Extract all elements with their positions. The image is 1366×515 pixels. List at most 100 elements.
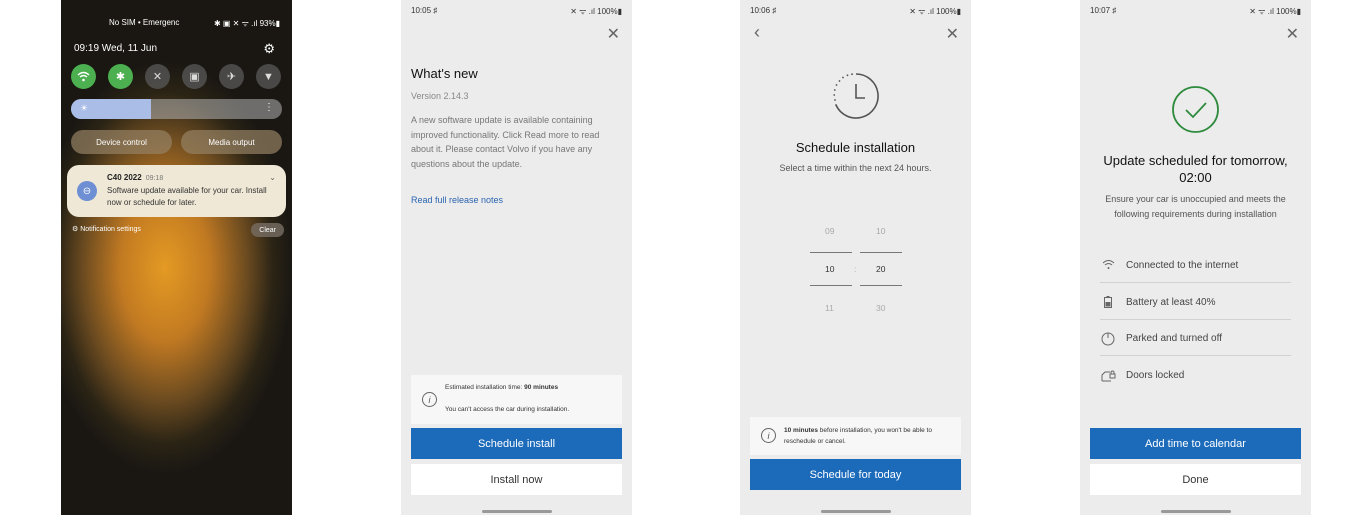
install-time-value: 90 minutes: [524, 384, 559, 391]
status-bar: 10:06 ♯ ✕ ᯤ .ıl 100%▮: [750, 6, 961, 16]
scheduled-time: 02:00: [1179, 170, 1212, 185]
hour-divider-top: [810, 252, 852, 253]
brightness-slider[interactable]: ☀ ⋮: [71, 99, 282, 119]
install-time-text: Estimated installation time: 90 minutes: [445, 384, 558, 391]
notification-settings-link[interactable]: ⚙ Notification settings: [72, 225, 141, 233]
status-time: 10:05 ♯: [411, 6, 438, 15]
whats-new-screen: 10:05 ♯ ✕ ᯤ .ıl 100%▮ ✕ What's new Versi…: [401, 0, 632, 515]
done-button[interactable]: Done: [1090, 464, 1301, 495]
clock-icon: [833, 73, 879, 119]
release-notes-link[interactable]: Read full release notes: [411, 195, 503, 205]
update-scheduled-screen: 10:07 ♯ ✕ ᯤ .ıl 100%▮ ✕ Update scheduled…: [1080, 0, 1311, 515]
schedule-install-button[interactable]: Schedule install: [411, 428, 622, 459]
reschedule-minutes: 10 minutes: [784, 427, 818, 434]
car-lock-icon: [1100, 369, 1116, 385]
status-icons: ✕ ᯤ .ıl 100%▮: [1249, 7, 1301, 16]
page-title: Update scheduled for tomorrow, 02:00: [1086, 152, 1305, 186]
status-bar: 10:05 ♯ ✕ ᯤ .ıl 100%▮: [411, 6, 622, 16]
wifi-toggle[interactable]: [71, 64, 96, 89]
time-separator: :: [854, 264, 857, 274]
date-time: 09:19 Wed, 11 Jun: [74, 43, 158, 54]
hour-option[interactable]: 09: [825, 226, 834, 236]
notification-shade-screen: No SIM • Emergenc ✱ ▣ ✕ ᯤ .ıl 93%▮ 09:19…: [61, 0, 292, 515]
minute-divider-bottom: [860, 285, 902, 286]
schedule-installation-screen: 10:06 ♯ ✕ ᯤ .ıl 100%▮ ‹ ✕ Schedule insta…: [740, 0, 971, 515]
requirement-label: Parked and turned off: [1126, 333, 1222, 344]
info-icon: i: [422, 392, 437, 407]
install-time-prefix: Estimated installation time:: [445, 384, 525, 391]
page-subtitle: Select a time within the next 24 hours.: [779, 163, 932, 173]
page-title: What's new: [411, 66, 478, 81]
battery-icon: [1100, 296, 1116, 311]
device-control-button[interactable]: Device control: [71, 130, 172, 154]
chevron-down-icon[interactable]: ⌄: [269, 173, 276, 182]
version-label: Version 2.14.3: [411, 91, 469, 101]
success-check-icon: [1172, 86, 1219, 133]
home-indicator[interactable]: [1160, 510, 1231, 513]
sim-status: No SIM • Emergenc: [109, 18, 180, 27]
status-icons: ✕ ᯤ .ıl 100%▮: [570, 7, 622, 16]
status-icons: ✕ ᯤ .ıl 100%▮: [909, 7, 961, 16]
update-description: A new software update is available conta…: [411, 115, 600, 169]
status-bar: 10:07 ♯ ✕ ᯤ .ıl 100%▮: [1090, 6, 1301, 16]
page-title: Schedule installation: [795, 140, 916, 155]
sun-icon: ☀: [80, 103, 89, 113]
info-icon: i: [761, 428, 776, 443]
schedule-for-today-button[interactable]: Schedule for today: [750, 459, 961, 490]
notification-title: C40 2022 09:18: [107, 173, 163, 182]
minute-divider-top: [860, 252, 902, 253]
rotate-icon: ▣: [189, 71, 200, 83]
airplane-toggle[interactable]: ✈: [219, 64, 244, 89]
close-icon[interactable]: ✕: [946, 24, 959, 44]
mute-icon: ✕: [152, 71, 163, 83]
power-icon: [1100, 332, 1116, 349]
close-icon[interactable]: ✕: [1286, 24, 1299, 44]
settings-gear-icon[interactable]: ⚙: [263, 41, 275, 57]
home-indicator[interactable]: [481, 510, 552, 513]
volvo-app-icon: ⊖: [77, 181, 97, 201]
flashlight-icon: ▼: [263, 70, 274, 83]
wifi-icon: [77, 71, 90, 82]
rotate-toggle[interactable]: ▣: [182, 64, 207, 89]
reschedule-info-box: i 10 minutes before installation, you wo…: [750, 417, 961, 455]
install-now-button[interactable]: Install now: [411, 464, 622, 495]
sound-toggle[interactable]: ✕: [145, 64, 170, 89]
quick-settings-row: ✱ ✕ ▣ ✈ ▼: [71, 64, 282, 90]
wifi-icon: [1100, 259, 1116, 273]
hour-divider-bottom: [810, 285, 852, 286]
minute-option[interactable]: 10: [876, 226, 885, 236]
notification-settings-label: Notification settings: [80, 226, 141, 233]
requirement-label: Battery at least 40%: [1126, 297, 1216, 308]
hour-option[interactable]: 11: [825, 303, 834, 313]
more-vertical-icon[interactable]: ⋮: [264, 102, 274, 113]
minute-option[interactable]: 30: [876, 303, 885, 313]
requirement-item: Doors locked: [1100, 357, 1291, 393]
title-line-1: Update scheduled for tomorrow,: [1103, 153, 1288, 168]
status-time: 10:07 ♯: [1090, 6, 1117, 15]
selected-minute[interactable]: 20: [876, 264, 885, 274]
status-icons: ✱ ▣ ✕ ᯤ .ıl 93%▮: [213, 19, 280, 28]
status-time: 10:06 ♯: [750, 6, 777, 15]
airplane-icon: ✈: [226, 71, 237, 83]
page-subtitle: Ensure your car is unoccupied and meets …: [1105, 194, 1286, 219]
close-icon[interactable]: ✕: [607, 24, 620, 44]
add-to-calendar-button[interactable]: Add time to calendar: [1090, 428, 1301, 459]
update-notification[interactable]: ⊖ C40 2022 09:18 Software update availabl…: [67, 165, 286, 217]
back-chevron-icon[interactable]: ‹: [754, 22, 760, 43]
bluetooth-icon: ✱: [115, 71, 126, 83]
notification-time: 09:18: [145, 175, 164, 182]
install-info-box: i Estimated installation time: 90 minute…: [411, 375, 622, 424]
requirement-label: Doors locked: [1126, 370, 1185, 381]
bluetooth-toggle[interactable]: ✱: [108, 64, 133, 89]
access-warning-text: You can't access the car during installa…: [445, 406, 570, 413]
requirement-item: Parked and turned off: [1100, 320, 1291, 356]
requirement-item: Connected to the internet: [1100, 247, 1291, 283]
requirement-label: Connected to the internet: [1126, 260, 1239, 271]
home-indicator[interactable]: [820, 510, 891, 513]
notification-app-name: C40 2022: [107, 173, 142, 182]
clear-button[interactable]: Clear: [251, 223, 284, 237]
media-output-button[interactable]: Media output: [181, 130, 282, 154]
selected-hour[interactable]: 10: [825, 264, 834, 274]
flashlight-toggle[interactable]: ▼: [256, 64, 281, 89]
notification-body: Software update available for your car. …: [107, 186, 267, 207]
